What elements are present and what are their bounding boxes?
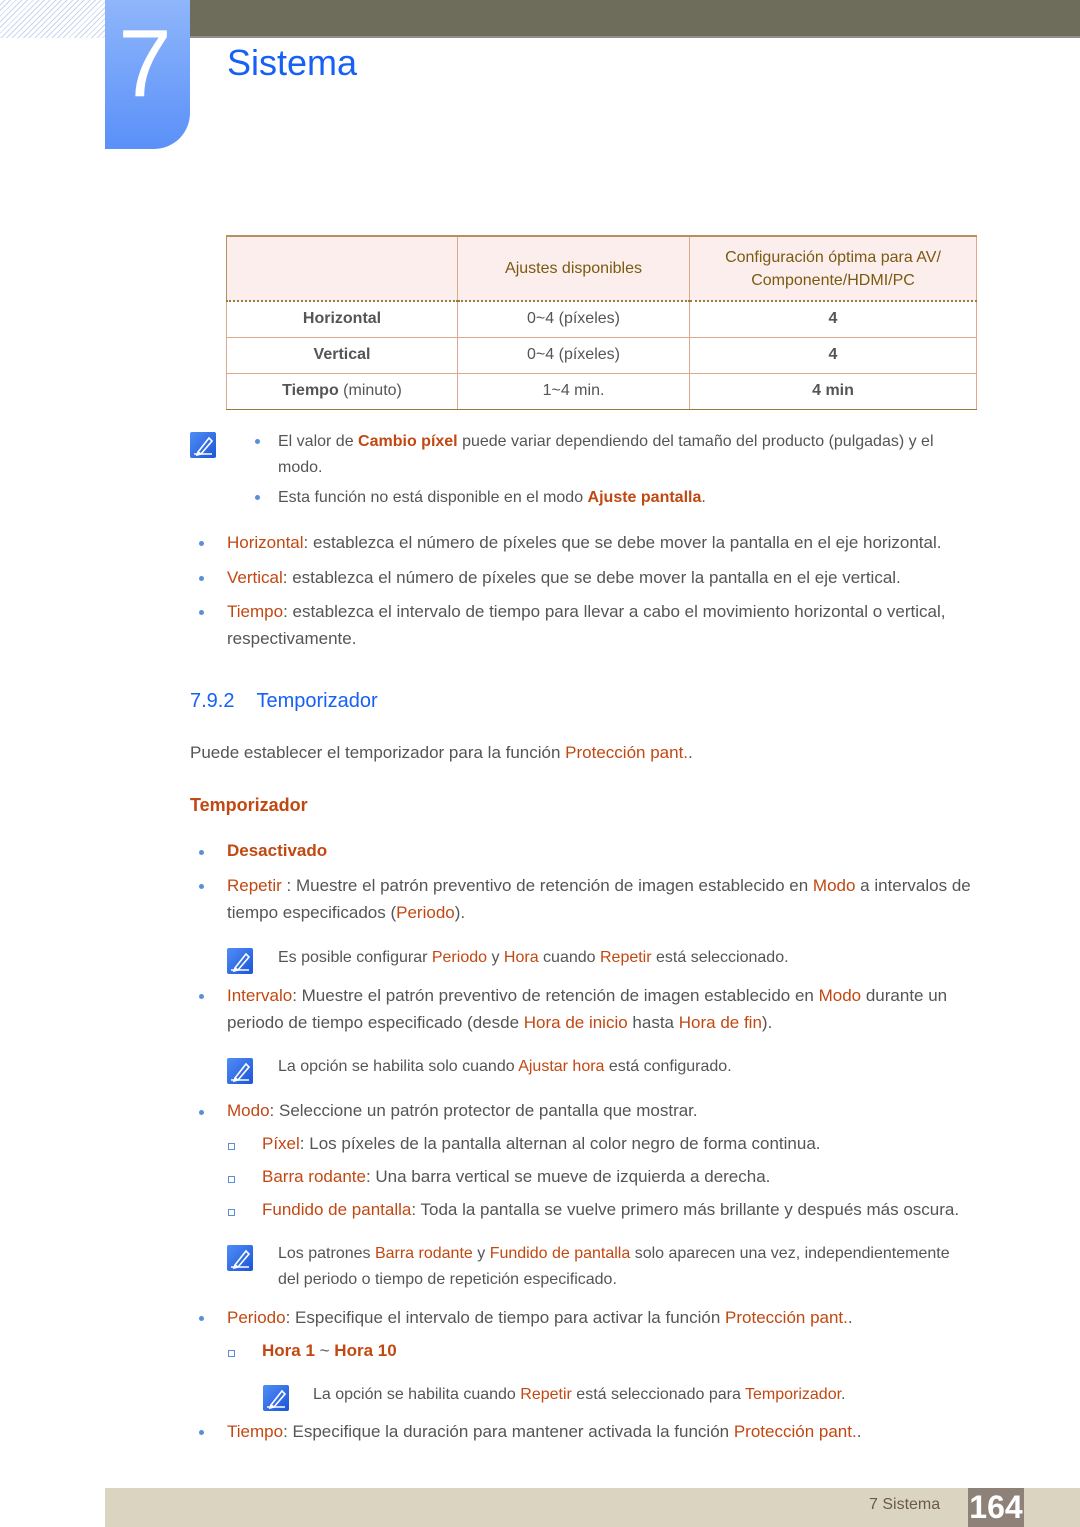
square-bullet <box>228 1143 235 1150</box>
note-pencil-icon <box>227 1245 253 1271</box>
modo-barra-rodante: Barra rodante: Una barra vertical se mue… <box>262 1167 771 1186</box>
option-desactivado: Desactivado <box>227 841 328 860</box>
bullet <box>199 541 204 546</box>
list-item-tiempo-cont: respectivamente. <box>227 629 357 648</box>
subheading-temporizador: Temporizador <box>190 795 308 815</box>
note-pencil-icon <box>227 948 253 974</box>
table-row-label: Vertical <box>226 336 458 374</box>
table-row: Horizontal 0~4 (píxeles) 4 <box>226 300 977 338</box>
section-title: Temporizador <box>256 690 378 712</box>
table-row-label: Horizontal <box>226 300 458 338</box>
modo-pixel: Píxel: Los píxeles de la pantalla altern… <box>262 1134 821 1153</box>
note-pencil-icon <box>263 1385 289 1411</box>
bullet <box>199 994 204 999</box>
table-header-empty <box>226 235 458 302</box>
note-modo-cont: del periodo o tiempo de repetición espec… <box>278 1271 617 1288</box>
chapter-tab: 7 <box>105 0 190 149</box>
header-hatch-decoration <box>0 0 105 38</box>
header-bar <box>184 0 1080 38</box>
settings-table: Ajustes disponibles Configuración óptima… <box>226 235 977 410</box>
page-number: 164 <box>968 1488 1024 1527</box>
bullet <box>199 850 204 855</box>
table-header-optimal: Configuración óptima para AV/ Componente… <box>689 235 977 302</box>
section-heading: 7.9.2 Temporizador <box>190 690 378 713</box>
table-row-optimal: 4 <box>689 300 977 338</box>
list-item-horizontal: Horizontal: establezca el número de píxe… <box>227 533 942 552</box>
option-repetir-cont: tiempo especificados (Periodo). <box>227 903 466 922</box>
table-row: Tiempo (minuto) 1~4 min. 4 min <box>226 372 977 410</box>
note-repetir: Es posible configurar Periodo y Hora cua… <box>278 949 789 966</box>
chapter-number: 7 <box>118 10 172 117</box>
table-header-available: Ajustes disponibles <box>457 235 690 302</box>
list-item-vertical: Vertical: establezca el número de píxele… <box>227 568 901 587</box>
bullet <box>199 576 204 581</box>
table-row-optimal: 4 <box>689 336 977 374</box>
chapter-title: Sistema <box>227 42 358 83</box>
section-intro: Puede establecer el temporizador para la… <box>190 743 693 762</box>
footer-chapter-label: 7 Sistema <box>869 1496 941 1513</box>
option-tiempo: Tiempo: Especifique la duración para man… <box>227 1422 862 1441</box>
note-text: Esta función no está disponible en el mo… <box>278 489 706 506</box>
note-periodo: La opción se habilita cuando Repetir est… <box>313 1386 846 1403</box>
periodo-hora-range: Hora 1 ~ Hora 10 <box>262 1341 397 1360</box>
table-row: Vertical 0~4 (píxeles) 4 <box>226 336 977 374</box>
note-text: El valor de Cambio píxel puede variar de… <box>278 433 934 450</box>
option-modo: Modo: Seleccione un patrón protector de … <box>227 1101 698 1120</box>
list-item-tiempo: Tiempo: establezca el intervalo de tiemp… <box>227 602 946 621</box>
bullet <box>199 1110 204 1115</box>
bullet <box>199 1430 204 1435</box>
bullet <box>255 495 260 500</box>
bullet <box>199 1316 204 1321</box>
square-bullet <box>228 1209 235 1216</box>
table-row-range: 0~4 (píxeles) <box>457 300 690 338</box>
table-row-range: 0~4 (píxeles) <box>457 336 690 374</box>
note-pencil-icon <box>190 432 216 458</box>
table-row-label: Tiempo (minuto) <box>226 372 458 410</box>
note-intervalo: La opción se habilita solo cuando Ajusta… <box>278 1058 732 1075</box>
note-text-cont: modo. <box>278 459 323 476</box>
table-header-row: Ajustes disponibles Configuración óptima… <box>226 235 977 302</box>
option-intervalo: Intervalo: Muestre el patrón preventivo … <box>227 986 948 1005</box>
option-intervalo-cont: periodo de tiempo especificado (desde Ho… <box>227 1013 773 1032</box>
bullet <box>199 884 204 889</box>
modo-fundido: Fundido de pantalla: Toda la pantalla se… <box>262 1200 960 1219</box>
bullet <box>199 610 204 615</box>
table-row-range: 1~4 min. <box>457 372 690 410</box>
table-header-optimal-line1: Configuración óptima para AV/ <box>725 248 941 266</box>
square-bullet <box>228 1350 235 1357</box>
bullet <box>255 439 260 444</box>
option-periodo: Periodo: Especifique el intervalo de tie… <box>227 1308 853 1327</box>
square-bullet <box>228 1176 235 1183</box>
table-row-optimal: 4 min <box>689 372 977 410</box>
page-footer: 7 Sistema 164 <box>105 1488 1080 1527</box>
note-modo: Los patrones Barra rodante y Fundido de … <box>278 1245 950 1262</box>
section-number: 7.9.2 <box>190 690 235 712</box>
note-pencil-icon <box>227 1058 253 1084</box>
table-header-optimal-line2: Componente/HDMI/PC <box>751 271 915 289</box>
option-repetir: Repetir : Muestre el patrón preventivo d… <box>227 876 971 895</box>
